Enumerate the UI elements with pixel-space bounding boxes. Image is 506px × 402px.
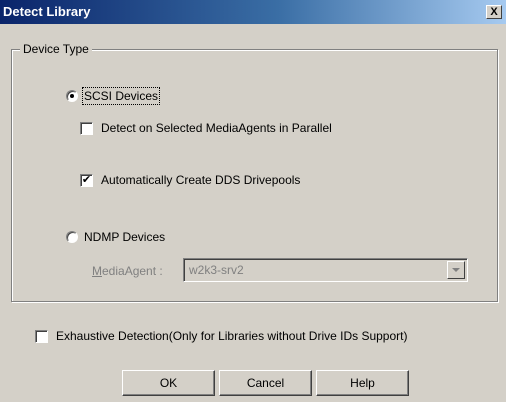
device-type-legend: Device Type xyxy=(20,42,92,56)
checkmark-icon: ✔ xyxy=(81,173,92,186)
media-agent-value: w2k3-srv2 xyxy=(189,263,244,277)
ok-button[interactable]: OK xyxy=(122,370,215,396)
detect-parallel-label: Detect on Selected MediaAgents in Parall… xyxy=(101,121,332,135)
radio-selected-icon[interactable] xyxy=(66,90,78,102)
exhaustive-detection-checkbox[interactable]: Exhaustive Detection(Only for Libraries … xyxy=(35,329,407,343)
checkbox-unchecked-icon[interactable] xyxy=(35,329,48,343)
media-agent-dropdown[interactable]: w2k3-srv2 xyxy=(183,258,468,282)
chevron-down-icon xyxy=(452,268,460,272)
radio-unselected-icon[interactable] xyxy=(66,231,78,243)
scsi-devices-radio[interactable]: SCSI Devices xyxy=(66,87,161,105)
ok-button-label: OK xyxy=(159,376,178,390)
dropdown-arrow-button[interactable] xyxy=(447,261,465,279)
checkbox-unchecked-icon[interactable] xyxy=(80,121,93,135)
ndmp-devices-label: NDMP Devices xyxy=(84,230,166,244)
auto-dds-label: Automatically Create DDS Drivepools xyxy=(101,173,301,187)
close-button[interactable]: X xyxy=(486,5,502,19)
checkbox-checked-icon[interactable]: ✔ xyxy=(80,173,93,187)
title-bar[interactable]: Detect Library X xyxy=(0,0,506,24)
media-agent-label-mnemonic: M xyxy=(92,264,102,278)
media-agent-label-rest: ediaAgent : xyxy=(102,264,163,278)
scsi-devices-label: SCSI Devices xyxy=(81,87,161,105)
help-button-label: Help xyxy=(350,376,375,390)
detect-library-dialog: Detect Library X Device Type SCSI Device… xyxy=(0,0,506,402)
exhaustive-detection-label: Exhaustive Detection(Only for Libraries … xyxy=(56,329,408,343)
media-agent-label: MediaAgent : xyxy=(92,264,163,278)
window-title: Detect Library xyxy=(3,4,91,19)
close-icon: X xyxy=(490,5,498,18)
help-button[interactable]: Help xyxy=(316,370,409,396)
auto-dds-checkbox[interactable]: ✔ Automatically Create DDS Drivepools xyxy=(80,173,300,187)
detect-parallel-checkbox[interactable]: Detect on Selected MediaAgents in Parall… xyxy=(80,121,332,135)
ndmp-devices-radio[interactable]: NDMP Devices xyxy=(66,230,165,244)
cancel-button-label: Cancel xyxy=(246,376,285,390)
cancel-button[interactable]: Cancel xyxy=(219,370,312,396)
